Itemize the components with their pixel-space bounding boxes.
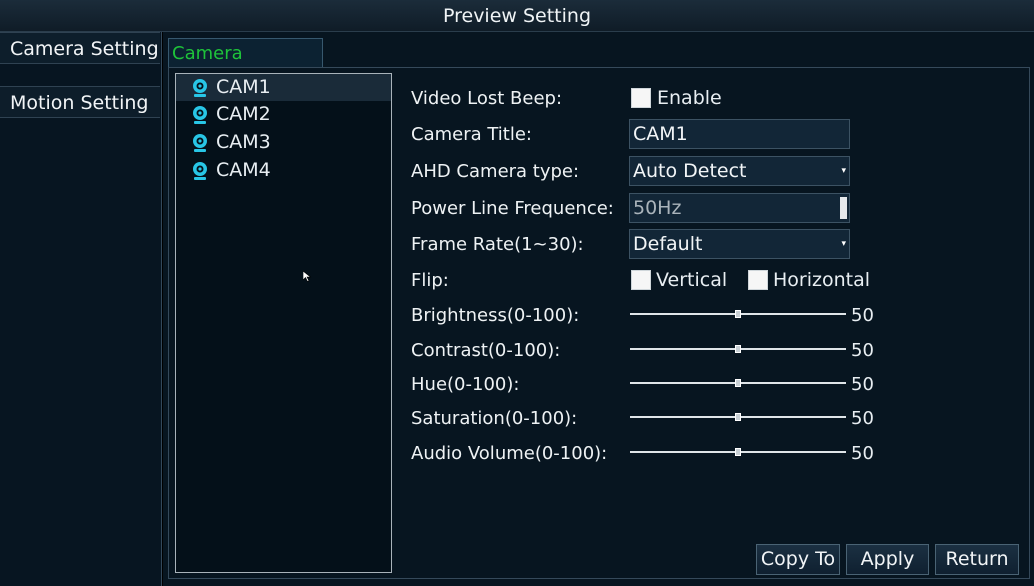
camera-title-label: Camera Title: xyxy=(411,124,532,145)
ahd-camera-type-select[interactable]: Auto Detect ▾ xyxy=(629,156,850,186)
slider-thumb[interactable] xyxy=(735,310,741,318)
camera-label: CAM4 xyxy=(216,159,271,181)
camera-list-item[interactable]: CAM3 xyxy=(176,129,391,156)
slider-thumb[interactable] xyxy=(735,345,741,353)
camera-list: CAM1 CAM2 CAM3 CAM4 xyxy=(175,73,392,573)
camera-list-item[interactable]: CAM2 xyxy=(176,101,391,128)
frame-rate-value: Default xyxy=(633,233,703,255)
camera-label: CAM3 xyxy=(216,131,271,153)
mouse-cursor-icon xyxy=(303,271,312,282)
audio-volume-slider[interactable] xyxy=(630,445,846,459)
camera-label: CAM2 xyxy=(216,103,271,125)
ahd-camera-type-label: AHD Camera type: xyxy=(411,161,580,182)
frame-rate-select[interactable]: Default ▾ xyxy=(629,229,850,259)
chevron-down-icon: ▾ xyxy=(841,239,846,249)
slider-thumb[interactable] xyxy=(735,448,741,456)
audio-volume-value: 50 xyxy=(851,443,874,464)
frame-rate-label: Frame Rate(1~30): xyxy=(411,234,584,255)
webcam-icon xyxy=(193,134,207,152)
chevron-down-icon: ▾ xyxy=(841,166,846,176)
camera-label: CAM1 xyxy=(216,76,271,98)
flip-vertical-checkbox[interactable] xyxy=(631,270,651,290)
brightness-slider[interactable] xyxy=(630,307,846,321)
saturation-slider[interactable] xyxy=(630,410,846,424)
brightness-label: Brightness(0-100): xyxy=(411,305,580,326)
power-line-frequence-value: 50Hz xyxy=(633,197,682,219)
camera-list-item[interactable]: CAM4 xyxy=(176,157,391,184)
flip-vertical-label: Vertical xyxy=(656,269,728,291)
brightness-value: 50 xyxy=(851,305,874,326)
hue-value: 50 xyxy=(851,374,874,395)
contrast-label: Contrast(0-100): xyxy=(411,340,561,361)
power-line-frequence-label: Power Line Frequence: xyxy=(411,198,614,219)
sidebar-item-camera-setting[interactable]: Camera Setting xyxy=(0,32,160,64)
saturation-label: Saturation(0-100): xyxy=(411,408,578,429)
hue-slider[interactable] xyxy=(630,376,846,390)
flip-label: Flip: xyxy=(411,270,449,291)
camera-list-item[interactable]: CAM1 xyxy=(176,74,391,101)
return-button[interactable]: Return xyxy=(935,544,1019,575)
hue-label: Hue(0-100): xyxy=(411,374,520,395)
power-line-frequence-field: 50Hz xyxy=(629,193,850,223)
camera-title-value: CAM1 xyxy=(633,123,688,145)
contrast-value: 50 xyxy=(851,340,874,361)
scroll-handle xyxy=(840,197,847,219)
copy-to-button[interactable]: Copy To xyxy=(756,544,840,575)
tab-camera-settings[interactable]: Camera Settings xyxy=(168,38,323,93)
apply-button[interactable]: Apply xyxy=(846,544,929,575)
video-lost-beep-option-label: Enable xyxy=(657,87,722,109)
audio-volume-label: Audio Volume(0-100): xyxy=(411,443,608,464)
webcam-icon xyxy=(193,106,207,124)
sidebar: Camera Setting Motion Setting xyxy=(0,32,162,586)
webcam-icon xyxy=(193,162,207,180)
ahd-camera-type-value: Auto Detect xyxy=(633,160,747,182)
contrast-slider[interactable] xyxy=(630,342,846,356)
camera-title-input[interactable]: CAM1 xyxy=(629,119,850,149)
flip-horizontal-label: Horizontal xyxy=(773,269,871,291)
video-lost-beep-checkbox[interactable] xyxy=(631,88,651,108)
slider-thumb[interactable] xyxy=(735,379,741,387)
webcam-icon xyxy=(193,79,207,97)
slider-thumb[interactable] xyxy=(735,413,741,421)
window-title: Preview Setting xyxy=(0,0,1034,32)
saturation-value: 50 xyxy=(851,408,874,429)
video-lost-beep-label: Video Lost Beep: xyxy=(411,88,563,109)
sidebar-item-motion-setting[interactable]: Motion Setting xyxy=(0,86,160,118)
flip-horizontal-checkbox[interactable] xyxy=(748,270,768,290)
